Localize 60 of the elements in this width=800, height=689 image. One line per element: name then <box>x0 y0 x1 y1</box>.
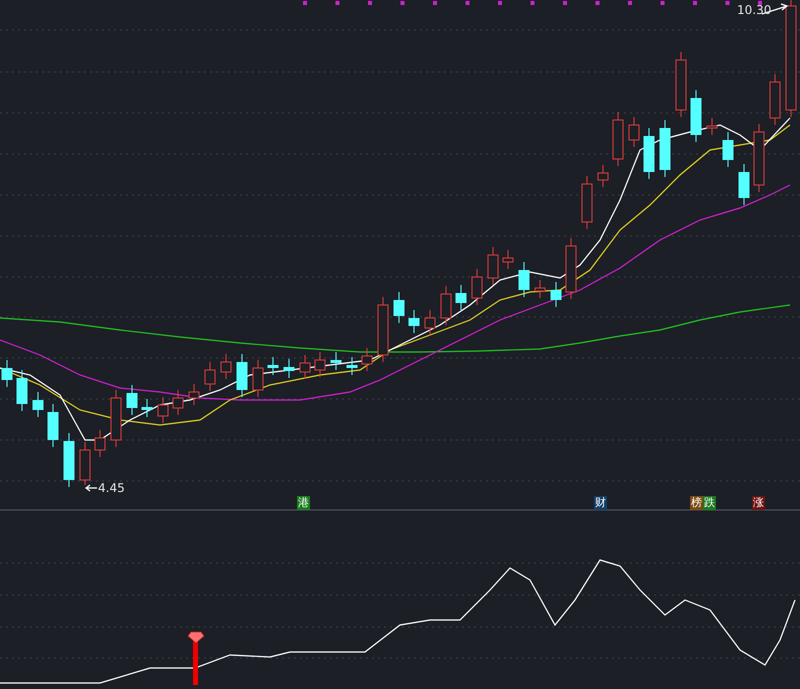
candlestick <box>346 356 358 376</box>
candlestick <box>16 370 28 412</box>
candlestick <box>64 432 74 488</box>
candlestick <box>172 390 184 416</box>
candlestick <box>268 356 278 376</box>
candlestick <box>550 282 562 308</box>
candlestick <box>204 362 216 392</box>
low-price-label: 4.45 <box>98 481 125 495</box>
candlestick <box>518 262 530 298</box>
candlestick <box>94 430 106 458</box>
candlestick <box>566 238 576 300</box>
arrow-icon <box>85 484 98 492</box>
event-tag[interactable]: 财 <box>594 496 607 510</box>
candlestick <box>676 52 686 118</box>
candlestick <box>126 384 138 416</box>
candlestick <box>188 384 200 406</box>
candlestick <box>660 120 670 178</box>
high-price-label: 10.30 <box>737 3 772 17</box>
candlestick <box>220 354 232 380</box>
candlestick <box>142 398 152 418</box>
candlestick <box>472 268 482 306</box>
candlestick <box>612 112 624 166</box>
candlestick <box>408 310 420 334</box>
signal-bar <box>193 640 198 685</box>
candlestick <box>300 354 310 380</box>
candlestick <box>2 360 12 388</box>
candlestick <box>440 286 452 326</box>
candlestick <box>738 164 750 206</box>
event-tag[interactable]: 港 <box>297 496 310 510</box>
candlestick <box>158 396 168 424</box>
candlestick <box>690 90 702 142</box>
candlestick <box>80 442 90 486</box>
candlestick <box>394 292 404 324</box>
candlestick <box>456 284 466 310</box>
candlestick <box>48 404 58 448</box>
candlestick <box>582 176 592 230</box>
candlestick <box>330 352 342 370</box>
candlestick <box>362 348 372 372</box>
candlestick <box>488 246 498 286</box>
gem-icon <box>187 632 205 644</box>
candlestick <box>110 390 122 448</box>
candlestick <box>534 280 546 298</box>
candlestick <box>754 124 764 192</box>
candlestick <box>32 392 44 418</box>
candlestick <box>770 74 780 126</box>
candlestick <box>502 250 514 270</box>
candlestick <box>706 118 718 136</box>
candlestick <box>236 354 248 398</box>
event-tag[interactable]: 涨 <box>752 496 765 510</box>
candlestick <box>722 132 734 168</box>
event-tag[interactable]: 榜 <box>690 496 703 510</box>
candlestick <box>598 164 608 188</box>
event-tag[interactable]: 跌 <box>703 496 716 510</box>
candlestick <box>252 360 264 398</box>
candlestick <box>284 358 294 378</box>
candlestick <box>424 310 436 336</box>
candlestick <box>628 116 640 148</box>
candlestick <box>314 352 326 378</box>
candlestick <box>644 128 654 180</box>
candlestick <box>378 296 388 362</box>
